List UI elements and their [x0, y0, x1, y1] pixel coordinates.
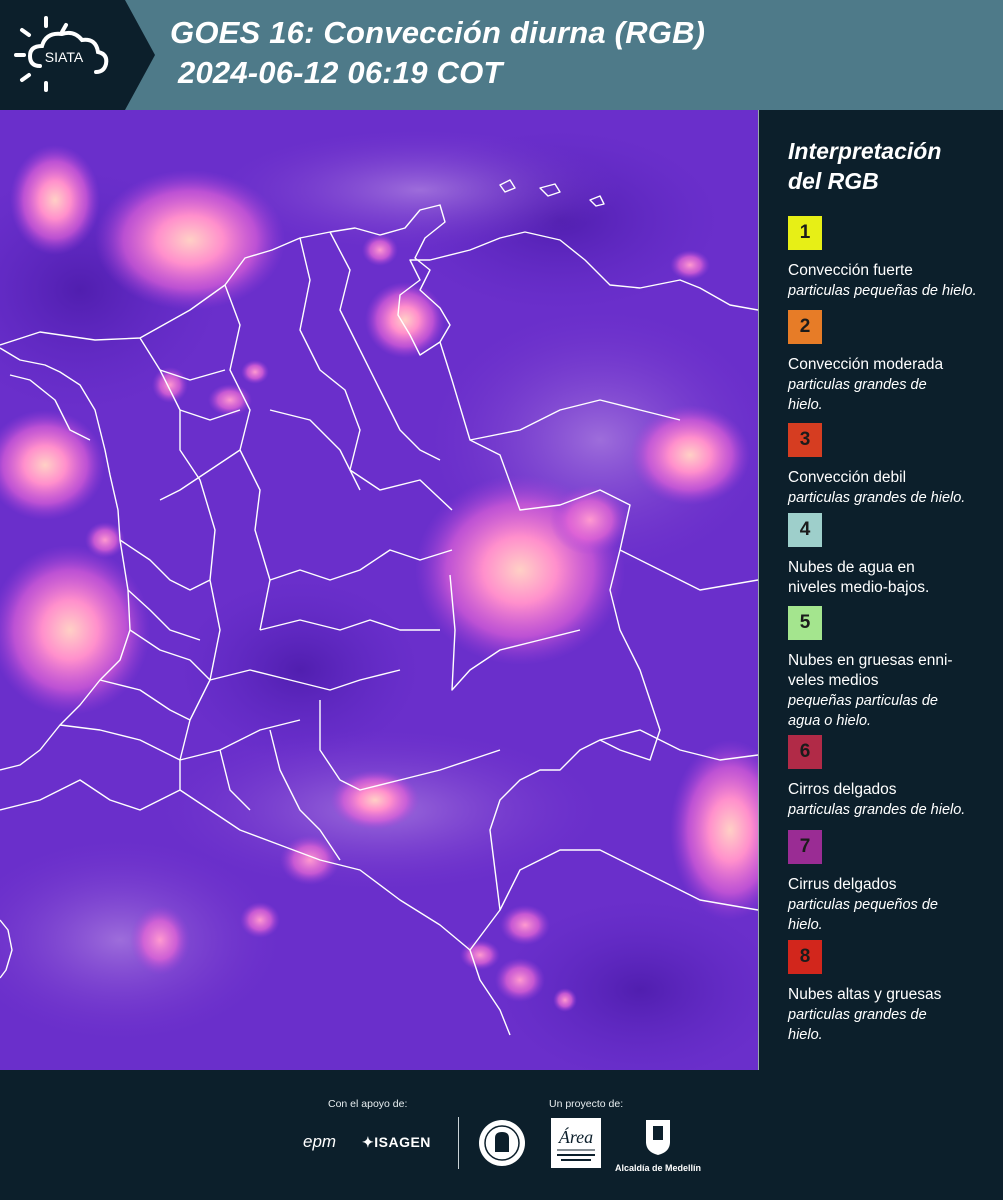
header-bar: SIATA GOES 16: Convección diurna (RGB) 2… [0, 0, 1003, 110]
alcaldia-logo: Alcaldía de Medellín [613, 1118, 703, 1173]
satellite-image [0, 110, 758, 1070]
siata-logo-area: SIATA [0, 0, 155, 110]
footer-divider [458, 1117, 459, 1169]
isagen-text: ISAGEN [374, 1134, 431, 1150]
legend-swatch-7: 7 [788, 830, 822, 864]
legend-desc-3: particulas grandes de hielo. [788, 490, 966, 506]
footer: Con el apoyo de: Un proyecto de: epm ✦IS… [0, 1070, 1003, 1200]
legend-item-2: 2 Convección moderada particulas grandes… [788, 310, 993, 415]
legend-desc-8: particulas grandes de hielo. [788, 1007, 927, 1043]
legend-title-line2: del RGB [788, 168, 879, 194]
support-label: Con el apoyo de: [328, 1098, 408, 1110]
isagen-mark-icon: ✦ [362, 1134, 375, 1150]
legend-name-7: Cirrus delgados [788, 876, 897, 893]
legend-item-8: 8 Nubes altas y gruesas particulas grand… [788, 940, 993, 1045]
seal-logo-icon [479, 1120, 525, 1166]
legend-item-6: 6 Cirros delgados particulas grandes de … [788, 735, 993, 820]
area-metropolitana-logo: Área [551, 1118, 601, 1168]
legend-desc-1: particulas pequeñas de hielo. [788, 283, 977, 299]
project-label: Un proyecto de: [549, 1098, 624, 1110]
legend-desc-5: pequeñas particulas de agua o hielo. [788, 693, 938, 729]
page-timestamp: 2024-06-12 06:19 COT [178, 55, 503, 90]
area-metropolitana-icon: Área [557, 1126, 595, 1161]
legend-title: Interpretación del RGB [788, 136, 988, 196]
satellite-map [0, 110, 759, 1070]
legend-swatch-8: 8 [788, 940, 822, 974]
legend-name-2: Convección moderada [788, 356, 944, 373]
legend-item-1: 1 Convección fuerte particulas pequeñas … [788, 216, 993, 301]
legend-swatch-2: 2 [788, 310, 822, 344]
legend-name-8: Nubes altas y gruesas [788, 986, 942, 1003]
epm-logo: epm [303, 1132, 337, 1151]
legend-swatch-1: 1 [788, 216, 822, 250]
legend-name-1: Convección fuerte [788, 262, 913, 279]
siata-logo-icon: SIATA [14, 16, 109, 92]
alcaldia-shield-icon [646, 1120, 670, 1155]
legend-item-4: 4 Nubes de agua en niveles medio-bajos. [788, 513, 993, 598]
legend-swatch-4: 4 [788, 513, 822, 547]
legend-swatch-6: 6 [788, 735, 822, 769]
svg-text:Área: Área [558, 1126, 593, 1147]
legend-panel: Interpretación del RGB 1 Convección fuer… [760, 110, 1003, 1070]
legend-item-3: 3 Convección debil particulas grandes de… [788, 423, 993, 508]
legend-name-4: Nubes de agua en niveles medio-bajos. [788, 559, 930, 596]
legend-swatch-5: 5 [788, 606, 822, 640]
legend-name-6: Cirros delgados [788, 781, 897, 798]
legend-swatch-3: 3 [788, 423, 822, 457]
page-title: GOES 16: Convección diurna (RGB) [170, 15, 706, 50]
alcaldia-text: Alcaldía de Medellín [614, 1163, 702, 1173]
legend-desc-6: particulas grandes de hielo. [788, 802, 966, 818]
legend-name-3: Convección debil [788, 469, 907, 486]
legend-name-5: Nubes en gruesas enni-veles medios [788, 652, 953, 689]
legend-item-5: 5 Nubes en gruesas enni-veles medios peq… [788, 606, 993, 731]
legend-title-line1: Interpretación [788, 138, 942, 164]
legend-desc-7: particulas pequeños de hielo. [788, 897, 938, 933]
legend-item-7: 7 Cirrus delgados particulas pequeños de… [788, 830, 993, 935]
legend-desc-2: particulas grandes de hielo. [788, 377, 927, 413]
logo-text: SIATA [45, 49, 84, 65]
isagen-logo: ✦ISAGEN [362, 1134, 431, 1151]
